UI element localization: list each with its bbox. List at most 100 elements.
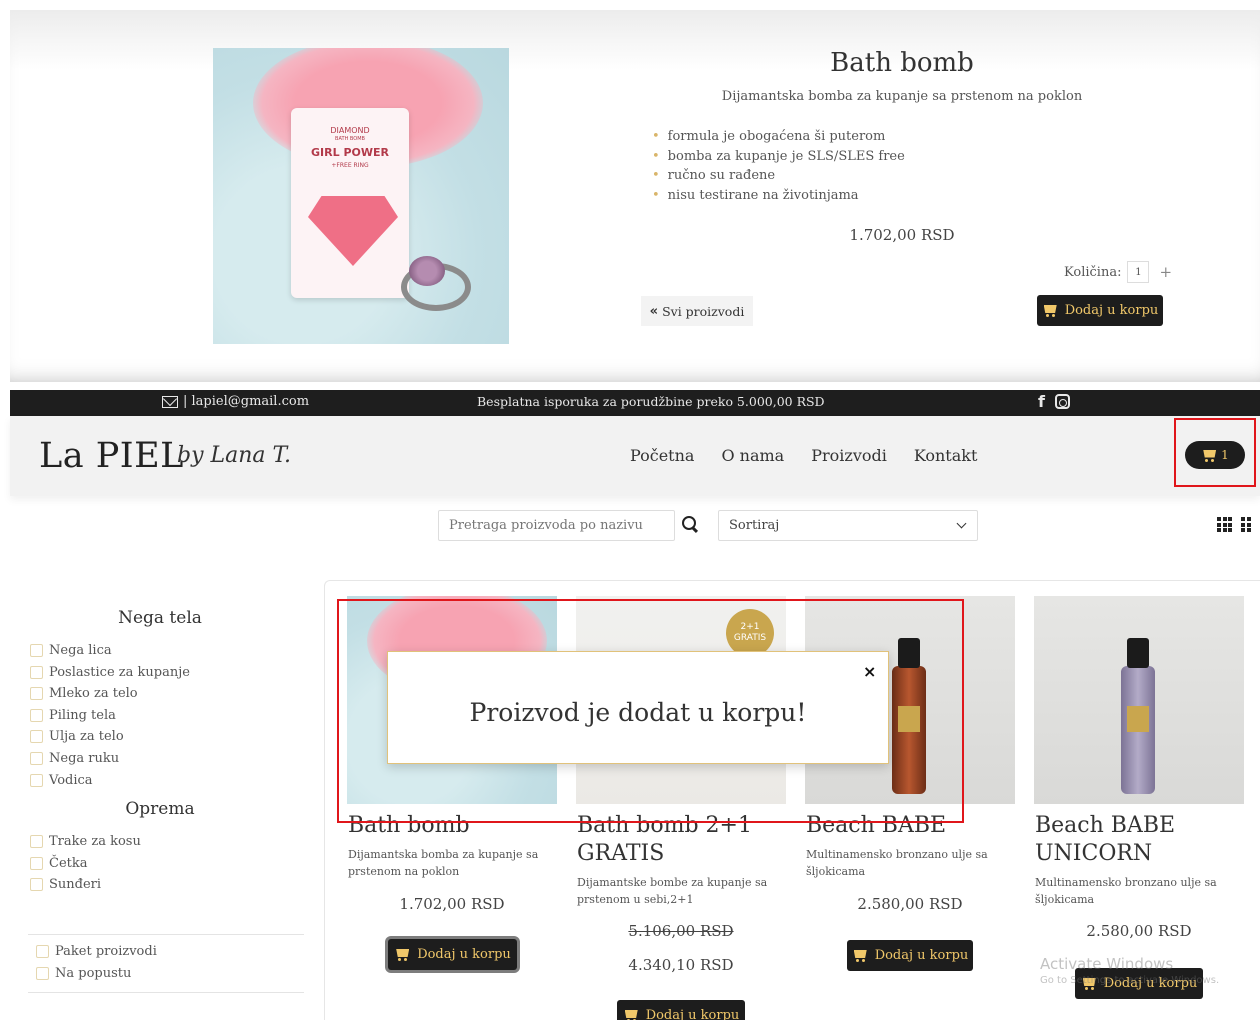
product-description: Dijamantska bomba za kupanje sa prstenom…: [348, 848, 539, 878]
modal-highlight-box: [337, 599, 964, 823]
filter-item[interactable]: Sunđeri: [30, 877, 101, 892]
filter-label: Mleko za telo: [49, 686, 138, 701]
checkbox[interactable]: [30, 752, 43, 765]
cart-icon: [1042, 304, 1058, 317]
product-price: 2.580,00 RSD: [857, 895, 963, 913]
filter-item[interactable]: Ulja za telo: [30, 729, 124, 744]
checkbox[interactable]: [36, 967, 49, 980]
checkbox[interactable]: [30, 709, 43, 722]
filter-label: Na popustu: [55, 966, 132, 981]
filter-item[interactable]: Nega lica: [30, 643, 112, 658]
filter-label: Nega lica: [49, 643, 112, 658]
site-logo[interactable]: La PIEL: [39, 436, 184, 476]
shipping-promo: Besplatna isporuka za porudžbine preko 5…: [477, 394, 825, 409]
filter-item[interactable]: Četka: [30, 856, 88, 871]
top-info-bar: | lapiel@gmail.com Besplatna isporuka za…: [10, 390, 1260, 416]
checkbox[interactable]: [36, 945, 49, 958]
old-price: 5.106,00 RSD: [628, 922, 734, 940]
add-to-cart-button[interactable]: Dodaj u korpu: [1037, 295, 1163, 326]
chevron-down-icon: [956, 518, 967, 529]
product-description: Multinamensko bronzano ulje sa šljokicam…: [1035, 876, 1217, 906]
os-activation-watermark: Activate Windows Go to Settings to activ…: [1040, 955, 1219, 986]
social-links: f: [1038, 392, 1070, 411]
checkbox[interactable]: [30, 730, 43, 743]
checkbox[interactable]: [30, 835, 43, 848]
category-title-equipment: Oprema: [125, 799, 195, 819]
checkbox[interactable]: [30, 878, 43, 891]
filter-label: Vodica: [49, 773, 93, 788]
filter-item[interactable]: Piling tela: [30, 708, 116, 723]
sort-select[interactable]: Sortiraj: [718, 510, 978, 541]
grid-3-view-icon[interactable]: [1217, 517, 1232, 532]
search-input[interactable]: [438, 510, 675, 541]
watermark-line: Activate Windows: [1040, 955, 1174, 973]
checkbox[interactable]: [30, 687, 43, 700]
contact-email[interactable]: | lapiel@gmail.com: [162, 394, 309, 409]
filter-item[interactable]: Vodica: [30, 773, 93, 788]
filter-label: Piling tela: [49, 708, 116, 723]
package-ring-text: +FREE RING: [331, 162, 369, 169]
filter-label: Paket proizvodi: [55, 944, 157, 959]
product-image[interactable]: [1034, 596, 1244, 804]
checkbox[interactable]: [30, 774, 43, 787]
double-chevron-left-icon: «: [649, 303, 659, 319]
add-to-cart-label: Dodaj u korpu: [1064, 303, 1159, 318]
quantity-plus-button[interactable]: +: [1159, 263, 1172, 281]
add-to-cart-button[interactable]: Dodaj u korpu: [617, 1000, 745, 1020]
nav-link-contact[interactable]: Kontakt: [914, 446, 978, 465]
filter-item[interactable]: Nega ruku: [30, 751, 119, 766]
product-detail-image: DIAMOND BATH BOMB GIRL POWER +FREE RING: [213, 48, 509, 344]
facebook-icon[interactable]: f: [1038, 392, 1045, 411]
cart-icon: [852, 949, 868, 962]
checkbox[interactable]: [30, 644, 43, 657]
product-detail-subtitle: Dijamantska bomba za kupanje sa prstenom…: [721, 89, 1083, 104]
envelope-icon: [162, 395, 178, 408]
feature-item: formula je obogaćena ši puterom: [652, 127, 905, 147]
quantity-control: Količina: 1 +: [1064, 261, 1172, 283]
all-products-button[interactable]: « Svi proizvodi: [641, 296, 753, 326]
add-to-cart-label: Dodaj u korpu: [874, 948, 969, 963]
add-to-cart-label: Dodaj u korpu: [645, 1008, 740, 1020]
quantity-label: Količina:: [1064, 264, 1122, 280]
feature-list: formula je obogaćena ši puterom bomba za…: [652, 127, 905, 206]
sort-label: Sortiraj: [729, 518, 780, 533]
add-to-cart-label: Dodaj u korpu: [417, 947, 511, 962]
cart-icon: [623, 1009, 639, 1020]
filter-item[interactable]: Mleko za telo: [30, 686, 138, 701]
filter-label: Sunđeri: [49, 877, 102, 892]
add-to-cart-button[interactable]: Dodaj u korpu: [388, 939, 517, 970]
email-text: | lapiel@gmail.com: [183, 394, 310, 409]
nav-link-about[interactable]: O nama: [721, 446, 784, 465]
package-headline-text: GIRL POWER: [311, 146, 389, 159]
divider: [28, 992, 304, 993]
checkbox[interactable]: [30, 666, 43, 679]
filter-label: Trake za kosu: [49, 834, 141, 849]
quantity-input[interactable]: 1: [1127, 261, 1150, 283]
product-title[interactable]: Beach BABE UNICORN: [1035, 812, 1235, 868]
package-sub-text: BATH BOMB: [335, 136, 365, 142]
instagram-icon[interactable]: [1054, 394, 1070, 409]
category-title-body-care: Nega tela: [118, 608, 202, 628]
product-description: Dijamantske bombe za kupanje sa prstenom…: [577, 876, 768, 906]
nav-link-products[interactable]: Proizvodi: [811, 446, 887, 465]
checkbox[interactable]: [30, 857, 43, 870]
search-icon[interactable]: [682, 516, 698, 532]
cart-icon: [394, 948, 410, 961]
nav-link-home[interactable]: Početna: [630, 446, 694, 465]
package-brand-text: DIAMOND: [330, 126, 370, 135]
nav-menu: Početna O nama Proizvodi Kontakt: [630, 446, 977, 465]
filter-item-sale[interactable]: Na popustu: [36, 966, 131, 981]
filter-item-bundle[interactable]: Paket proizvodi: [36, 944, 157, 959]
filter-item[interactable]: Poslastice za kupanje: [30, 665, 190, 680]
add-to-cart-button[interactable]: Dodaj u korpu: [847, 940, 973, 971]
filter-label: Četka: [49, 856, 88, 871]
logo-signature: by Lana T.: [177, 443, 291, 468]
cart-highlight-box: [1174, 418, 1256, 487]
bottle-label: [1127, 706, 1149, 732]
product-price: 4.340,10 RSD: [628, 956, 734, 974]
grid-2-view-icon[interactable]: [1241, 517, 1251, 532]
ring-stone: [409, 256, 445, 286]
product-price: 1.702,00 RSD: [399, 895, 505, 913]
watermark-line: Go to Settings to activate Windows.: [1040, 975, 1220, 986]
filter-item[interactable]: Trake za kosu: [30, 834, 141, 849]
